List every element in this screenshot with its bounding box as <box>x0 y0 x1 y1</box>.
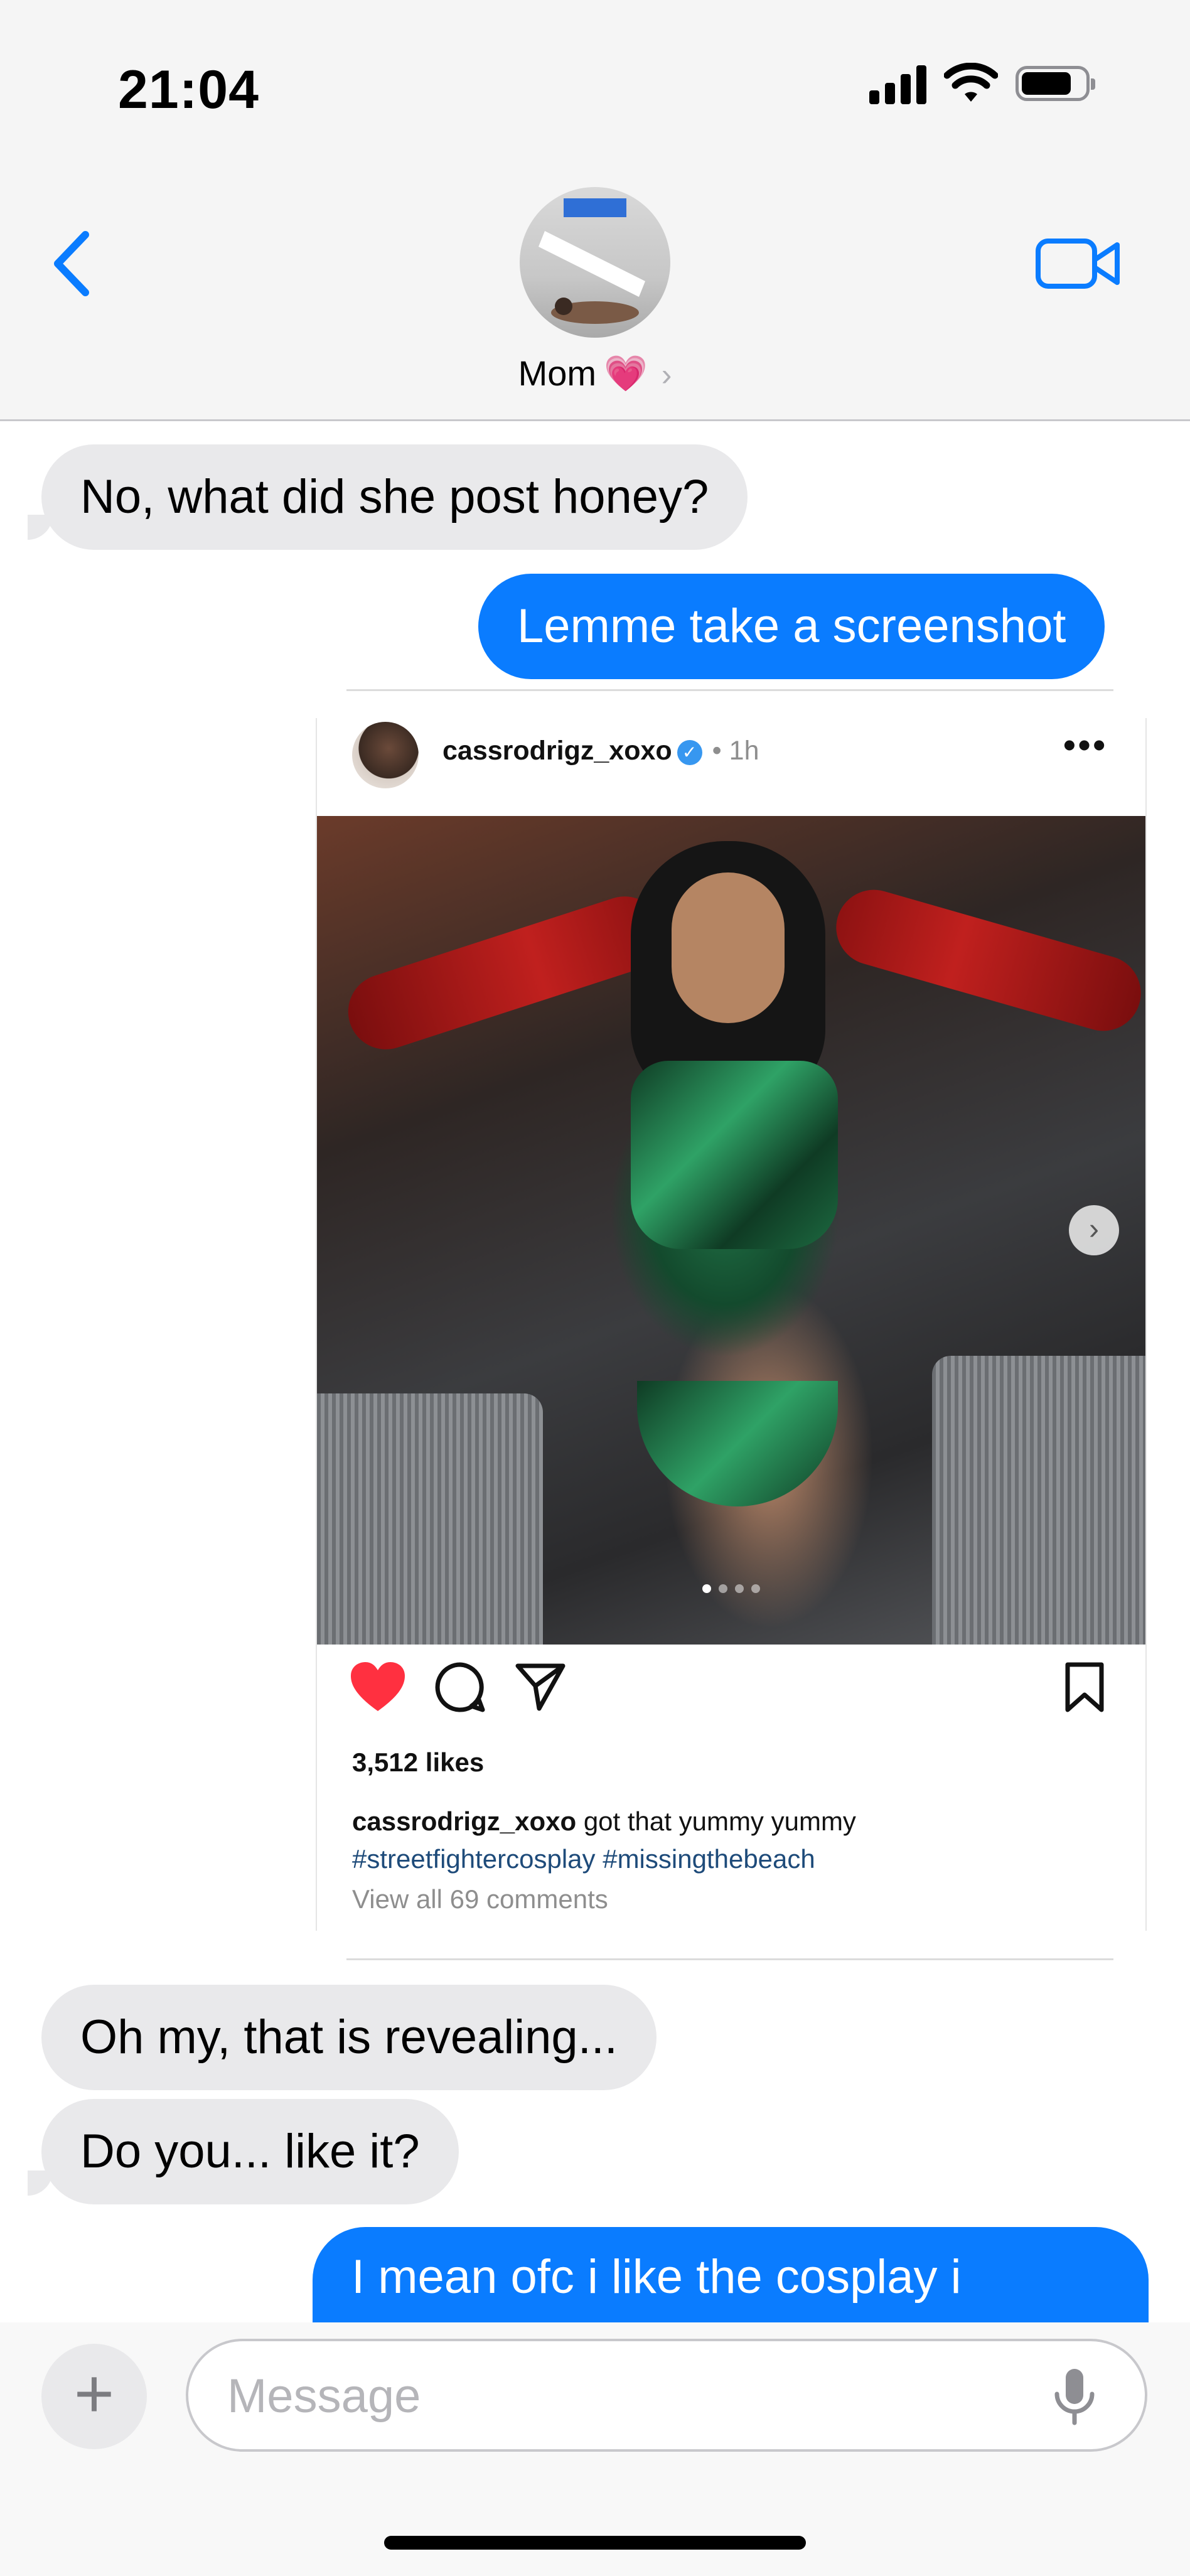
carousel-dot <box>735 1584 744 1593</box>
post-actions <box>350 1661 1113 1724</box>
video-camera-icon[interactable] <box>1034 232 1122 295</box>
photo-face <box>672 872 785 1023</box>
verified-badge-icon: ✓ <box>677 739 702 765</box>
battery-icon <box>1016 66 1095 101</box>
plus-icon[interactable]: + <box>41 2344 147 2449</box>
contact-name[interactable]: Mom 💗 › <box>0 353 1190 394</box>
caption-username: cassrodrigz_xoxo <box>352 1806 577 1836</box>
photo-bench-left <box>317 1393 543 1645</box>
caption-hashtags: #streetfightercosplay #missingthebeach <box>352 1844 815 1874</box>
status-time: 21:04 <box>118 60 259 120</box>
contact-name-text: Mom <box>518 353 597 393</box>
post-username: cassrodrigz_xoxo <box>442 736 672 766</box>
photo-green-top <box>631 1061 838 1249</box>
carousel-dot-active <box>702 1584 711 1593</box>
share-icon <box>515 1663 566 1711</box>
carousel-next-icon: › <box>1069 1205 1119 1255</box>
carousel-dot <box>751 1584 760 1593</box>
photo-green-bottom <box>637 1381 838 1506</box>
attachment-bottom-divider <box>346 1958 1113 1960</box>
home-indicator[interactable] <box>384 2536 806 2550</box>
post-caption: cassrodrigz_xoxo got that yummy yummy #s… <box>352 1803 856 1878</box>
caption-text: got that yummy yummy <box>576 1806 856 1836</box>
comment-icon <box>435 1662 485 1712</box>
message-bubble-received[interactable]: No, what did she post honey? <box>41 444 748 550</box>
microphone-icon[interactable] <box>1049 2365 1100 2428</box>
photo-glove-left <box>338 886 672 1060</box>
message-bubble-received[interactable]: Do you... like it? <box>41 2099 459 2204</box>
status-icons <box>869 63 1095 104</box>
post-header: cassrodrigz_xoxo ✓ • 1h <box>442 736 759 766</box>
wifi-icon <box>944 63 998 102</box>
view-comments: View all 69 comments <box>352 1884 608 1914</box>
back-chevron-icon[interactable] <box>44 226 100 301</box>
instagram-post-screenshot[interactable]: cassrodrigz_xoxo ✓ • 1h ••• › 3,512 like… <box>316 718 1147 1931</box>
message-bubble-received[interactable]: Oh my, that is revealing... <box>41 1985 657 2090</box>
post-author-avatar <box>352 722 419 788</box>
bookmark-icon <box>1065 1662 1104 1712</box>
photo-glove-right <box>827 881 1145 1040</box>
contact-avatar[interactable] <box>520 187 670 338</box>
message-field[interactable] <box>186 2339 1147 2452</box>
attachment-top-divider <box>346 689 1113 691</box>
carousel-dot <box>719 1584 727 1593</box>
post-photo: › <box>317 816 1145 1645</box>
cellular-signal-icon <box>869 63 926 104</box>
heart-emoji: 💗 <box>604 353 648 393</box>
post-likes: 3,512 likes <box>352 1747 485 1777</box>
message-input[interactable] <box>226 2341 1044 2450</box>
post-time: • 1h <box>712 736 759 766</box>
chevron-right-icon: › <box>661 357 672 392</box>
photo-bench-right <box>932 1356 1145 1645</box>
heart-icon <box>351 1662 405 1711</box>
conversation-header: 21:04 Mom 💗 › <box>0 0 1190 421</box>
more-options-icon: ••• <box>1063 725 1108 765</box>
message-bubble-sent[interactable]: Lemme take a screenshot <box>478 574 1105 679</box>
carousel-dots <box>317 1584 1145 1593</box>
